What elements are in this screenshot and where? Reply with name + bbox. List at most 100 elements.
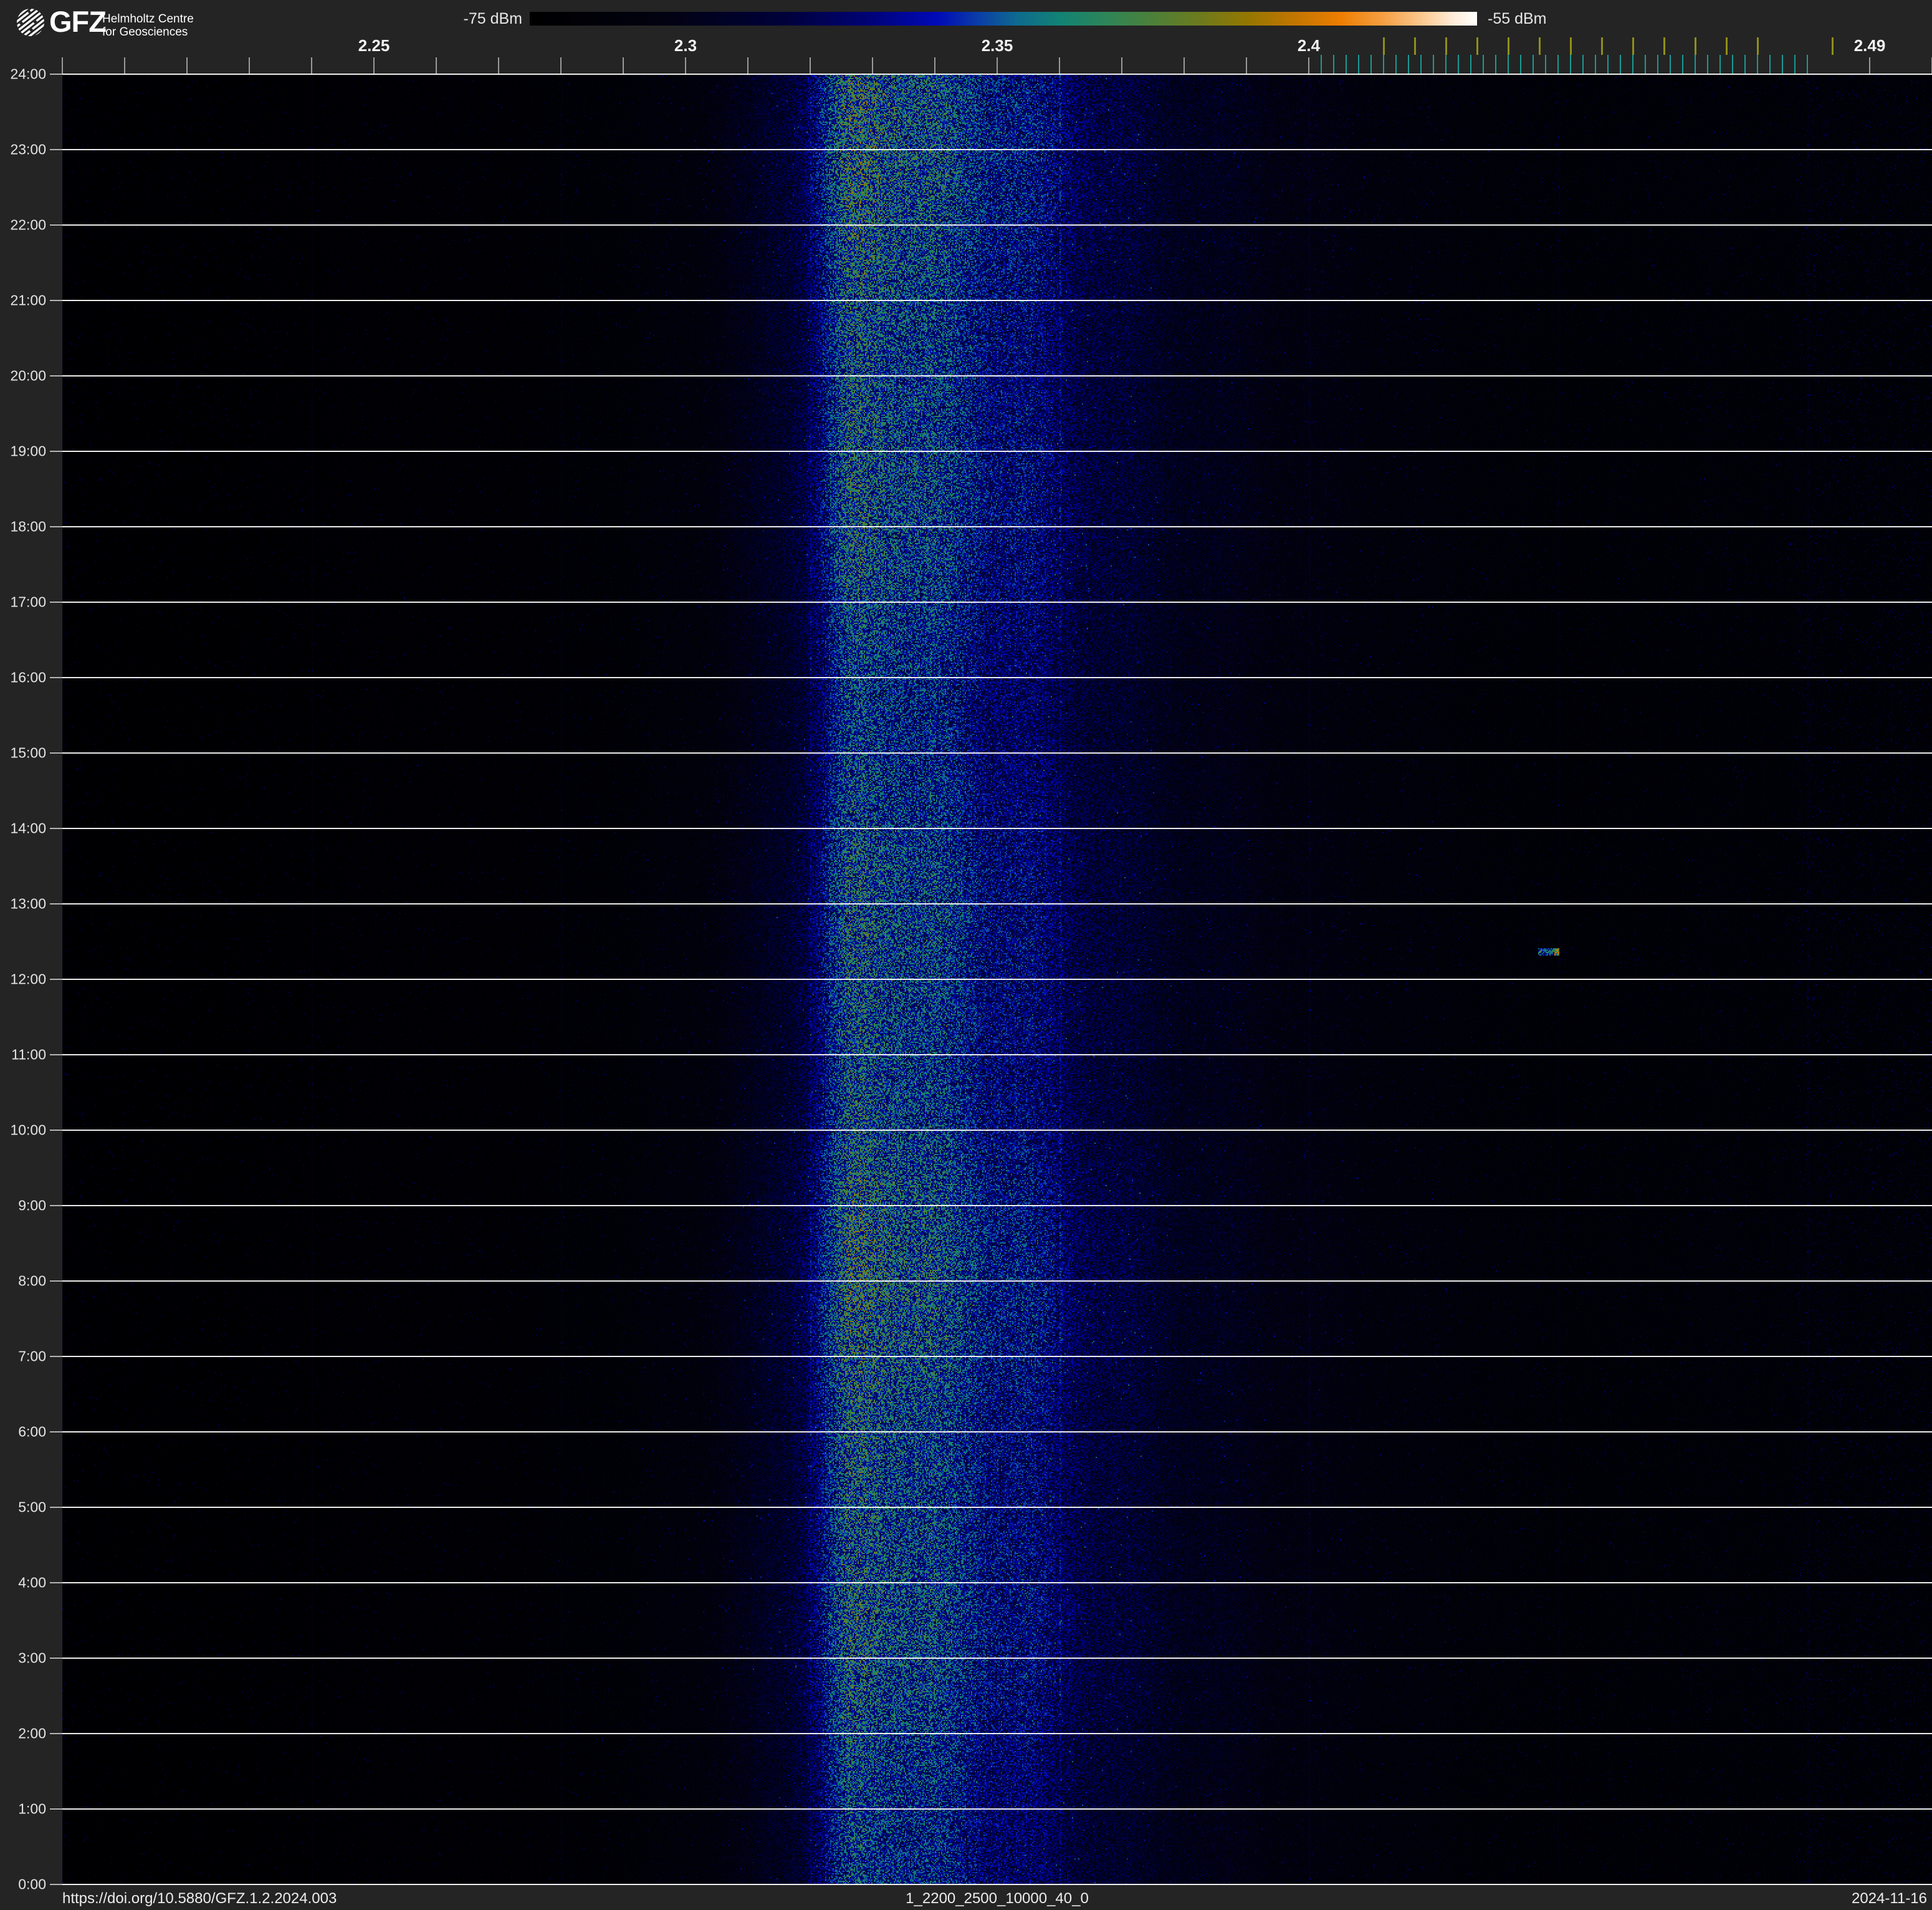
colorbar-gradient	[530, 12, 1477, 26]
time-tick	[50, 300, 62, 301]
freq-minor-tick	[249, 57, 250, 74]
hour-gridline	[62, 224, 1932, 226]
bluetooth-channel-tick	[1794, 55, 1796, 74]
bluetooth-channel-tick	[1769, 55, 1771, 74]
time-tick	[50, 677, 62, 678]
bluetooth-channel-tick	[1321, 55, 1322, 74]
wifi-channel-tick	[1757, 37, 1759, 55]
bluetooth-channel-tick	[1682, 55, 1683, 74]
freq-label: 2.49	[1853, 36, 1886, 55]
time-tick	[50, 1808, 62, 1810]
bluetooth-channel-tick	[1695, 55, 1696, 74]
date-label: 2024-11-16	[1852, 1890, 1927, 1907]
time-label: 21:00	[10, 292, 46, 309]
time-label: 5:00	[18, 1499, 46, 1515]
hour-gridline	[62, 526, 1932, 527]
hour-gridline	[62, 300, 1932, 301]
hour-gridline	[62, 1658, 1932, 1659]
time-label: 2:00	[18, 1725, 46, 1742]
gfz-globe-icon	[16, 7, 45, 37]
time-label: 18:00	[10, 518, 46, 535]
time-label: 22:00	[10, 216, 46, 233]
time-tick	[50, 752, 62, 754]
wifi-channel-tick	[1663, 37, 1665, 55]
hour-gridline	[62, 602, 1932, 603]
time-label: 1:00	[18, 1800, 46, 1817]
gfz-subtitle-line2: for Geosciences	[102, 26, 188, 39]
time-label: 8:00	[18, 1272, 46, 1289]
gfz-logo-subtitle: Helmholtz Centre for Geosciences	[102, 12, 194, 39]
bluetooth-channel-tick	[1570, 55, 1571, 74]
time-tick	[50, 1658, 62, 1659]
freq-label: 2.3	[674, 36, 697, 55]
hour-gridline	[62, 752, 1932, 754]
bluetooth-channel-tick	[1582, 55, 1584, 74]
freq-minor-tick	[560, 57, 562, 74]
freq-minor-tick	[872, 57, 873, 74]
filename-label: 1_2200_2500_10000_40_0	[906, 1890, 1089, 1907]
bluetooth-channel-tick	[1495, 55, 1496, 74]
bluetooth-channel-tick	[1483, 55, 1484, 74]
wifi-channel-tick	[1539, 37, 1541, 55]
bluetooth-channel-tick	[1670, 55, 1671, 74]
bluetooth-channel-tick	[1408, 55, 1409, 74]
freq-minor-tick	[685, 57, 686, 74]
freq-minor-tick	[124, 57, 125, 74]
hour-gridline	[62, 149, 1932, 150]
time-tick	[50, 1356, 62, 1357]
hour-gridline	[62, 1280, 1932, 1282]
bluetooth-channel-tick	[1719, 55, 1721, 74]
colorbar-min-label: -75 dBm	[463, 10, 522, 27]
bluetooth-channel-tick	[1533, 55, 1534, 74]
time-tick	[50, 74, 62, 75]
freq-minor-tick	[186, 57, 188, 74]
bluetooth-channel-tick	[1632, 55, 1633, 74]
time-label: 16:00	[10, 669, 46, 686]
freq-minor-tick	[1184, 57, 1185, 74]
freq-minor-tick	[934, 57, 935, 74]
time-tick	[50, 224, 62, 226]
colorbar-max-label: -55 dBm	[1488, 10, 1547, 27]
bluetooth-channel-tick	[1744, 55, 1746, 74]
wifi-channel-tick	[1726, 37, 1728, 55]
time-label: 0:00	[18, 1876, 46, 1893]
bluetooth-channel-tick	[1595, 55, 1596, 74]
bluetooth-channel-tick	[1470, 55, 1471, 74]
time-tick	[50, 1507, 62, 1508]
bluetooth-channel-tick	[1383, 55, 1384, 74]
time-label: 14:00	[10, 820, 46, 837]
time-label: 12:00	[10, 971, 46, 987]
bluetooth-channel-tick	[1782, 55, 1783, 74]
time-tick	[50, 979, 62, 980]
wifi-channel-tick	[1508, 37, 1509, 55]
freq-minor-tick	[1308, 57, 1309, 74]
wifi-channel-tick	[1601, 37, 1603, 55]
bluetooth-channel-tick	[1420, 55, 1422, 74]
freq-label: 2.4	[1297, 36, 1321, 55]
freq-minor-tick	[1246, 57, 1247, 74]
freq-minor-tick	[62, 57, 63, 74]
wifi-channel-tick	[1632, 37, 1634, 55]
bluetooth-channel-tick	[1445, 55, 1447, 74]
time-tick	[50, 1431, 62, 1432]
time-label: 11:00	[11, 1046, 46, 1063]
time-tick	[50, 375, 62, 377]
freq-minor-tick	[373, 57, 375, 74]
freq-minor-tick	[810, 57, 811, 74]
hour-gridline	[62, 677, 1932, 678]
hour-gridline	[62, 1808, 1932, 1810]
hour-gridline	[62, 375, 1932, 377]
time-tick	[50, 1280, 62, 1282]
bluetooth-channel-tick	[1757, 55, 1758, 74]
hour-gridline	[62, 1507, 1932, 1508]
time-label: 23:00	[10, 141, 46, 158]
freq-minor-tick	[1059, 57, 1060, 74]
time-tick	[50, 1582, 62, 1583]
hour-gridline	[62, 1884, 1932, 1885]
time-label: 4:00	[18, 1574, 46, 1591]
wifi-channel-tick	[1414, 37, 1416, 55]
bluetooth-channel-tick	[1520, 55, 1521, 74]
spectrogram-page: GFZ Helmholtz Centre for Geosciences -75…	[0, 0, 1932, 1910]
time-label: 9:00	[18, 1197, 46, 1214]
bluetooth-channel-tick	[1370, 55, 1372, 74]
